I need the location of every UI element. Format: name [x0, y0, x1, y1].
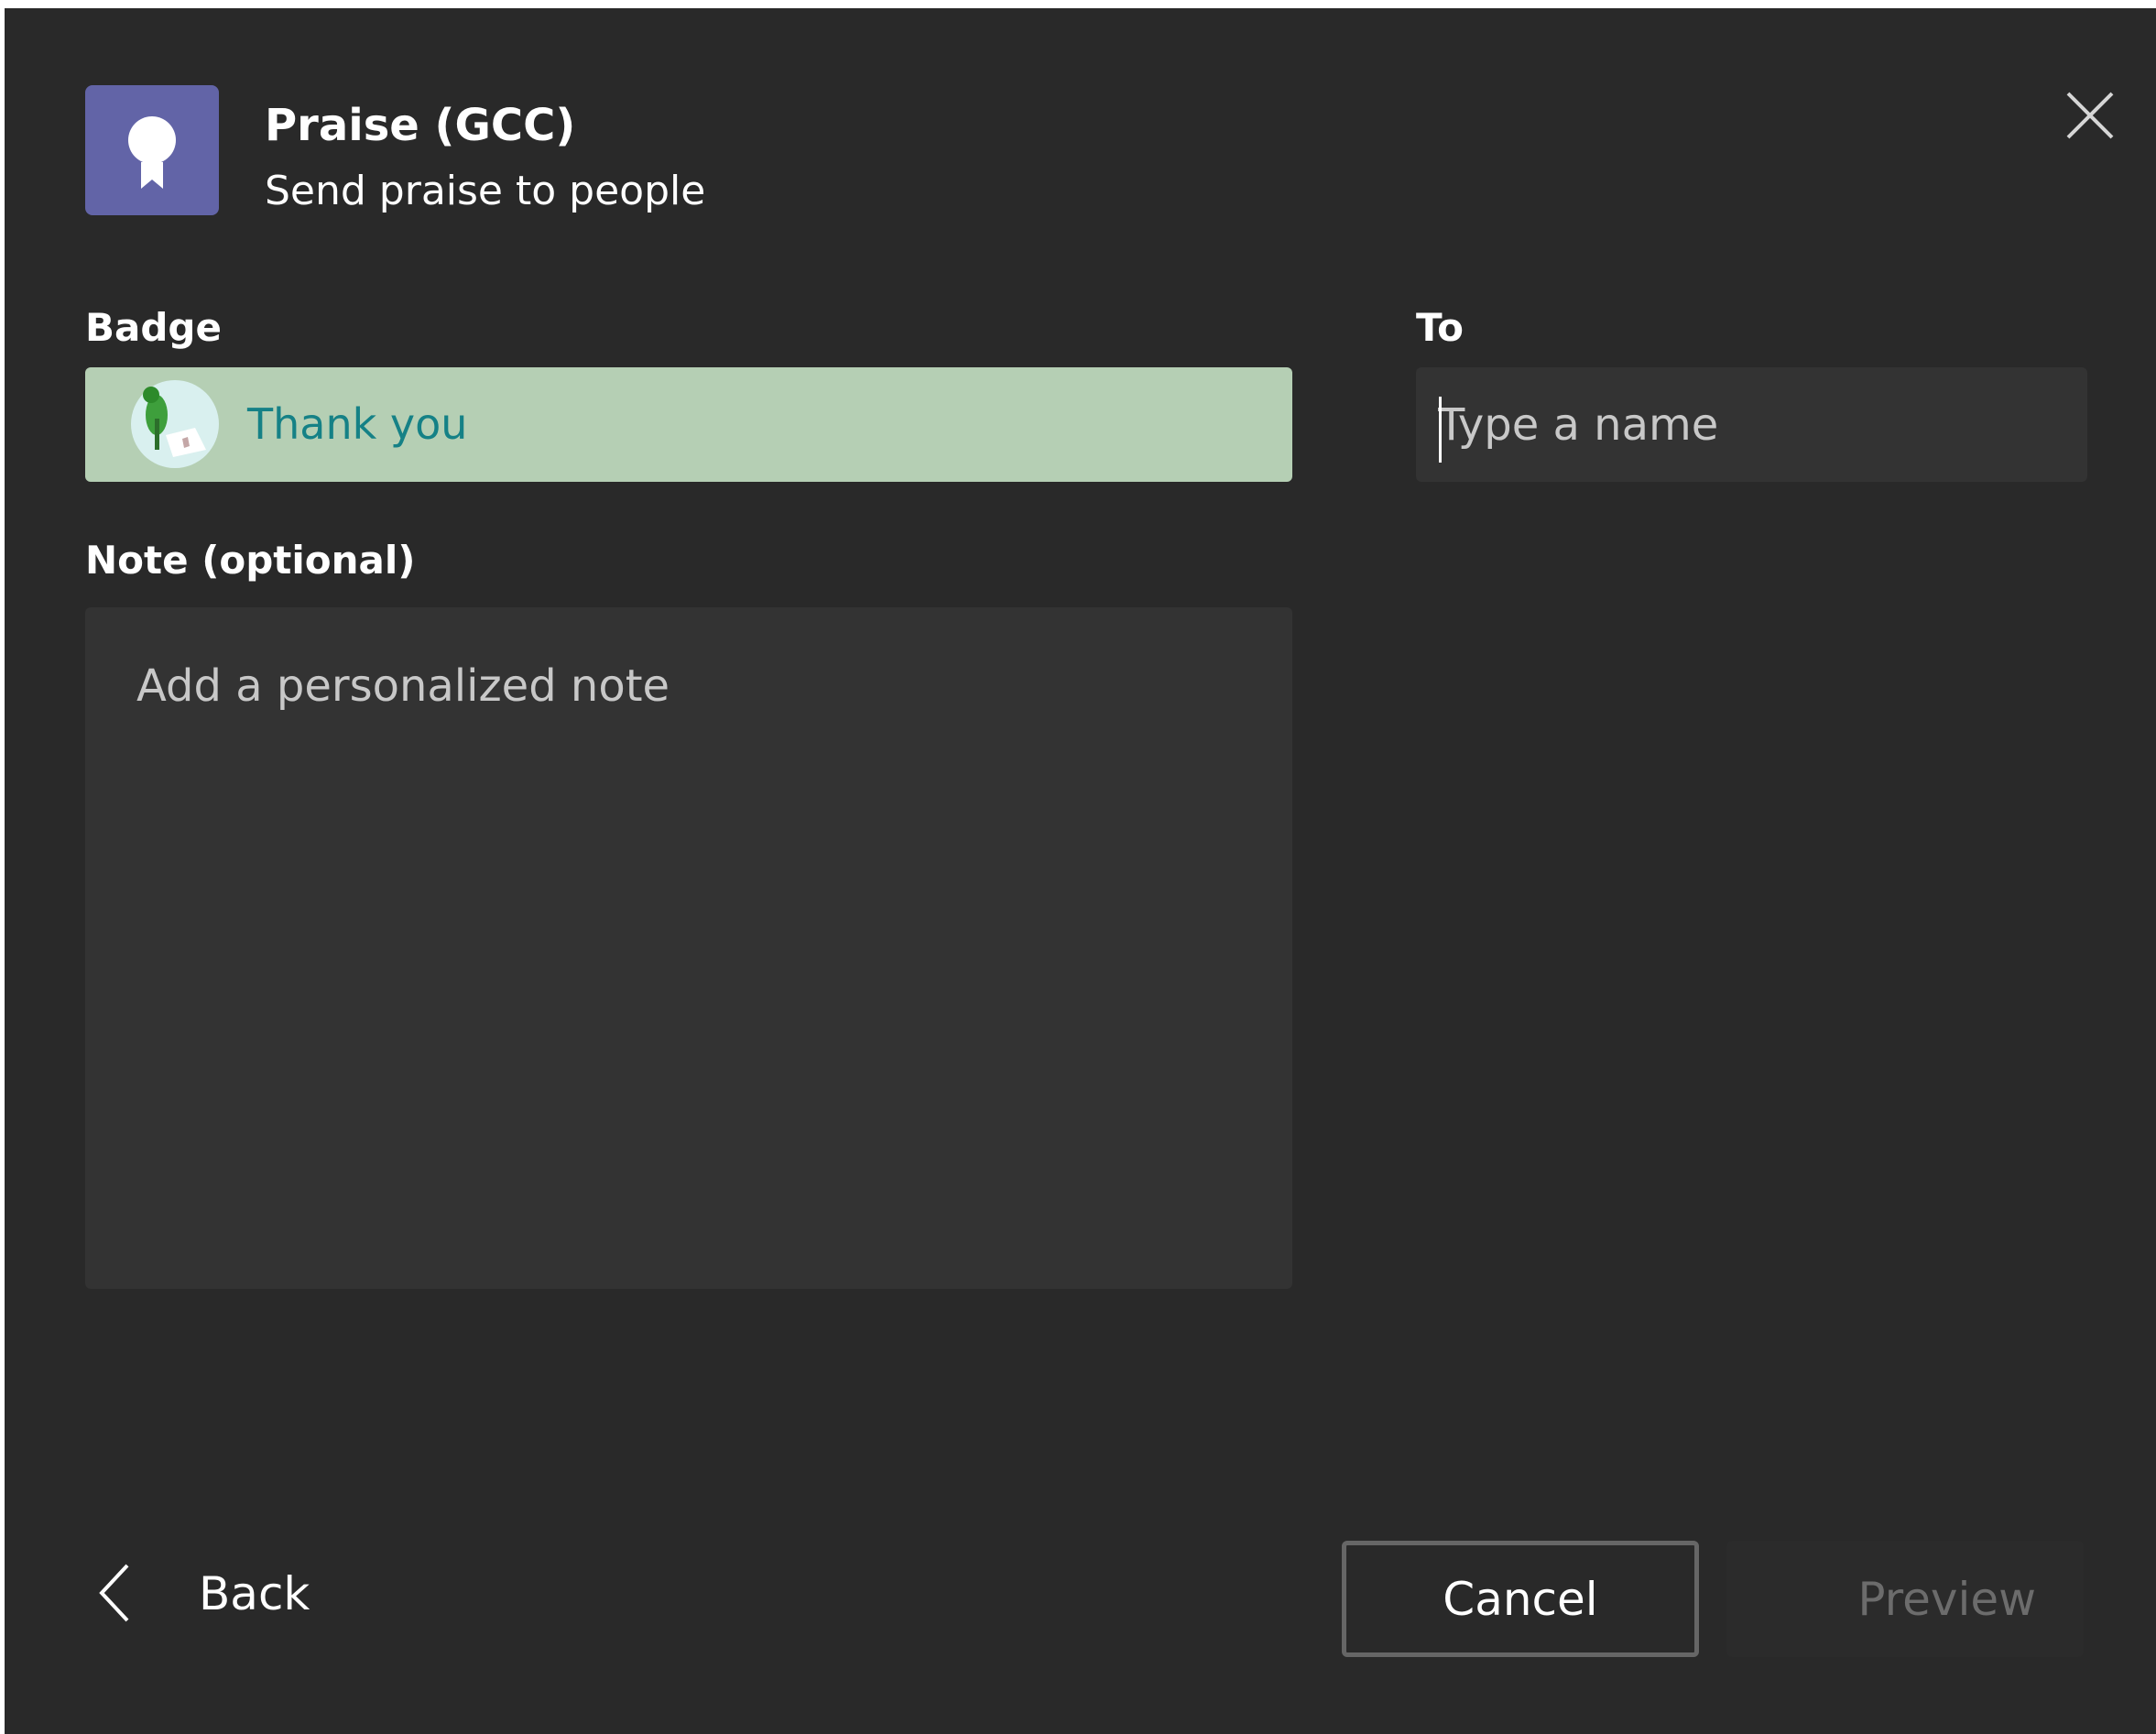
ribbon-badge-icon [85, 85, 219, 215]
badge-label: Badge [85, 305, 222, 350]
preview-button[interactable]: Preview [1726, 1541, 2084, 1657]
cancel-button[interactable]: Cancel [1342, 1541, 1699, 1657]
note-textarea[interactable] [85, 607, 1292, 1289]
back-button[interactable]: Back [85, 1556, 360, 1630]
back-label: Back [199, 1567, 310, 1620]
note-label: Note (optional) [85, 538, 416, 583]
badge-selector[interactable]: Thank you [85, 367, 1292, 482]
dialog-title: Praise (GCC) [265, 100, 576, 151]
to-name-input[interactable] [1416, 367, 2087, 482]
to-label: To [1416, 305, 1464, 350]
text-cursor [1439, 397, 1442, 463]
praise-dialog: Praise (GCC) Send praise to people Badge… [5, 8, 2156, 1734]
badge-selected-label: Thank you [247, 399, 468, 449]
dialog-subtitle: Send praise to people [265, 168, 706, 214]
thank-you-badge-icon [131, 380, 219, 468]
chevron-left-icon [99, 1564, 129, 1622]
close-icon [2066, 92, 2114, 139]
close-button[interactable] [2056, 82, 2124, 149]
